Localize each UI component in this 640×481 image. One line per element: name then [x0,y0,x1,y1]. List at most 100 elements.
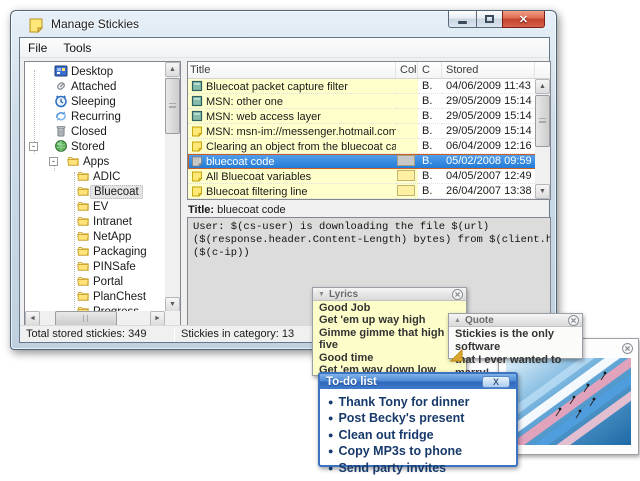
row-title-text: Clearing an object from the bluecoat cac… [206,141,396,153]
folder-icon [76,259,90,273]
list-row[interactable]: Bluecoat filtering lineB.26/04/2007 13:3… [188,184,550,199]
paperclip-icon [54,79,68,93]
close-button[interactable]: ✕ [502,11,545,28]
scroll-up-arrow[interactable]: ▲ [535,79,550,94]
category-tree-panel: DesktopAttachedSleepingRecurring Closed-S… [24,61,181,327]
tree-item-desktop[interactable]: Desktop [25,64,165,79]
tree-item-label: ADIC [90,171,123,183]
column-header-c[interactable]: C [418,62,442,78]
quote-sticky-note[interactable]: ▲ Quote Stickies is the only softwaretha… [448,313,583,359]
todo-item-text: Copy MP3s to phone [338,444,462,458]
tree-item-planchest[interactable]: PlanChest [25,289,165,304]
bullet-icon: ● [328,430,333,440]
list-vertical-scrollbar[interactable]: ▲ ▼ [535,79,550,199]
tree-item-sleeping[interactable]: Sleeping [25,94,165,109]
tree-item-bluecoat[interactable]: Bluecoat [25,184,165,199]
tree-item-stored[interactable]: -Stored [25,139,165,154]
square-icon [191,80,203,92]
tree-expander-icon[interactable]: - [29,142,38,151]
tree-item-apps[interactable]: -Apps [25,154,165,169]
folder-icon [66,154,80,168]
tree-item-attached[interactable]: Attached [25,79,165,94]
quote-line: Stickies is the only software [455,328,576,354]
row-c-cell: B. [418,124,442,139]
tree-horizontal-scrollbar[interactable]: ◄ ► [25,311,165,326]
tree-item-adic[interactable]: ADIC [25,169,165,184]
close-icon[interactable] [452,289,463,300]
column-header-col[interactable]: Col [396,62,418,78]
thumb-grip [83,315,88,322]
tree-item-progress[interactable]: Progress [25,304,165,311]
tree-item-netapp[interactable]: NetApp [25,229,165,244]
gold-corner-icon [450,349,463,362]
tree-item-pinsafe[interactable]: PINSafe [25,259,165,274]
tree-scroll-thumb[interactable] [165,78,180,134]
note-icon [191,170,203,182]
tree-expander-icon[interactable]: - [49,157,58,166]
close-button[interactable]: X [482,376,510,388]
notegray-icon [191,155,203,167]
manage-stickies-window: Manage Stickies ✕ FileTools DesktopAttac… [10,10,557,350]
list-row[interactable]: Bluecoat packet capture filterB.04/06/20… [188,79,550,94]
list-scroll-thumb[interactable] [535,95,550,147]
close-icon[interactable] [622,343,633,354]
tree-item-ev[interactable]: EV [25,199,165,214]
thumb-grip [169,103,176,108]
list-row[interactable]: bluecoat codeB.05/02/2008 09:59 [188,154,550,169]
folder-icon [76,169,90,183]
row-title-cell: Clearing an object from the bluecoat cac… [188,139,396,154]
window-controls: ✕ [449,11,545,28]
tree-hscroll-thumb[interactable] [55,311,117,326]
scroll-down-arrow[interactable]: ▼ [165,297,180,312]
row-title-text: MSN: msn-im://messenger.hotmail.com/ [206,126,396,138]
lyrics-line: Good time [319,352,460,364]
scroll-up-arrow[interactable]: ▲ [165,62,180,77]
lyrics-line: Get 'em up way high [319,314,460,326]
todo-sticky-note[interactable]: To-do list X ●Thank Tony for dinner●Post… [318,372,518,467]
scroll-right-arrow[interactable]: ► [150,311,165,326]
todo-item-text: Send party invites [338,461,446,475]
tree-item-recurring[interactable]: Recurring [25,109,165,124]
row-color-cell [396,124,418,139]
list-row[interactable]: Clearing an object from the bluecoat cac… [188,139,550,154]
tree-item-portal[interactable]: Portal [25,274,165,289]
column-header-stored[interactable]: Stored [442,62,535,78]
list-row[interactable]: MSN: msn-im://messenger.hotmail.com/B.29… [188,124,550,139]
color-swatch [397,185,415,196]
todo-title: To-do list [326,376,482,388]
tree-item-label: Closed [68,126,110,138]
lyrics-sticky-note[interactable]: ▼ Lyrics Good JobGet 'em up way highGimm… [312,287,467,376]
collapse-triangle-icon[interactable]: ▼ [318,291,325,298]
todo-item-text: Post Becky's present [338,411,464,425]
row-c-cell: B. [418,184,442,199]
todo-titlebar[interactable]: To-do list X [320,374,516,389]
collapse-triangle-icon[interactable]: ▲ [454,317,461,324]
todo-item-text: Clean out fridge [338,428,433,442]
scroll-down-arrow[interactable]: ▼ [535,184,550,199]
tree-item-intranet[interactable]: Intranet [25,214,165,229]
minimize-button[interactable] [448,11,477,28]
menu-tools[interactable]: Tools [55,38,99,57]
tree-vertical-scrollbar[interactable]: ▲ ▼ [165,62,180,312]
menu-file[interactable]: File [20,38,55,57]
list-row[interactable]: All Bluecoat variablesB.04/05/2007 12:49 [188,169,550,184]
title-bar[interactable]: Manage Stickies ✕ [11,11,556,37]
list-row[interactable]: MSN: web access layerB.29/05/2009 15:14 [188,109,550,124]
tree-item-closed[interactable]: Closed [25,124,165,139]
close-icon[interactable] [568,315,579,326]
square-icon [191,95,203,107]
bullet-icon: ● [328,397,333,407]
tree-item-label: Portal [90,276,126,288]
maximize-button[interactable] [476,11,503,28]
row-color-cell [396,184,418,199]
todo-item: ●Send party invites [328,460,508,476]
column-header-title[interactable]: Title [188,62,396,78]
quote-titlebar[interactable]: ▲ Quote [449,314,582,327]
tree-item-packaging[interactable]: Packaging [25,244,165,259]
row-title-text: All Bluecoat variables [206,171,311,183]
scroll-left-arrow[interactable]: ◄ [25,311,40,326]
folder-icon [76,199,90,213]
list-row[interactable]: MSN: other oneB.29/05/2009 15:14 [188,94,550,109]
row-title-cell: bluecoat code [188,154,396,169]
lyrics-titlebar[interactable]: ▼ Lyrics [313,288,466,301]
